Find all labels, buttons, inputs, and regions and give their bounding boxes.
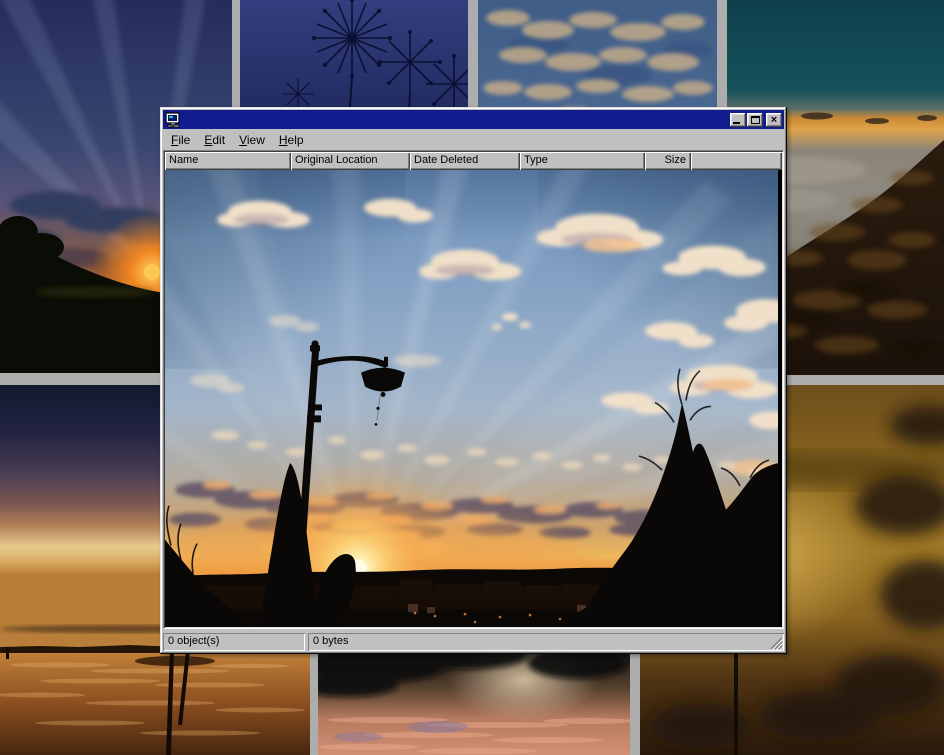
- window-titlebar[interactable]: ×: [163, 110, 784, 129]
- menu-bar: File Edit View Help: [163, 130, 784, 149]
- computer-icon[interactable]: [165, 112, 181, 128]
- column-header-date-deleted[interactable]: Date Deleted: [410, 152, 520, 170]
- column-header-type[interactable]: Type: [520, 152, 645, 170]
- minimize-icon: [733, 122, 740, 124]
- desktop: × File Edit View Help Name Original Loca…: [0, 0, 944, 755]
- minimize-button[interactable]: [730, 113, 746, 127]
- column-header-name[interactable]: Name: [165, 152, 291, 170]
- column-header-size[interactable]: Size: [645, 152, 691, 170]
- list-view-body[interactable]: [165, 170, 782, 627]
- close-icon: ×: [771, 115, 777, 125]
- close-button[interactable]: ×: [766, 113, 782, 127]
- column-header-filler: [691, 152, 782, 170]
- status-bar: 0 object(s) 0 bytes: [163, 631, 784, 651]
- list-view: Name Original Location Date Deleted Type…: [163, 150, 784, 629]
- resize-grip[interactable]: [770, 637, 783, 650]
- menu-help[interactable]: Help: [272, 131, 311, 149]
- column-header-row: Name Original Location Date Deleted Type…: [165, 152, 782, 170]
- sunset-street-lamp-photo: [165, 170, 778, 627]
- maximize-button[interactable]: [747, 113, 763, 127]
- menu-file[interactable]: File: [164, 131, 197, 149]
- maximize-icon: [751, 116, 760, 124]
- column-header-original-location[interactable]: Original Location: [291, 152, 410, 170]
- menu-edit[interactable]: Edit: [197, 131, 232, 149]
- menu-view[interactable]: View: [232, 131, 272, 149]
- status-bytes-text: 0 bytes: [313, 635, 348, 647]
- recycle-bin-window: × File Edit View Help Name Original Loca…: [160, 107, 787, 654]
- status-object-count: 0 object(s): [163, 633, 305, 651]
- status-byte-count: 0 bytes: [308, 633, 784, 651]
